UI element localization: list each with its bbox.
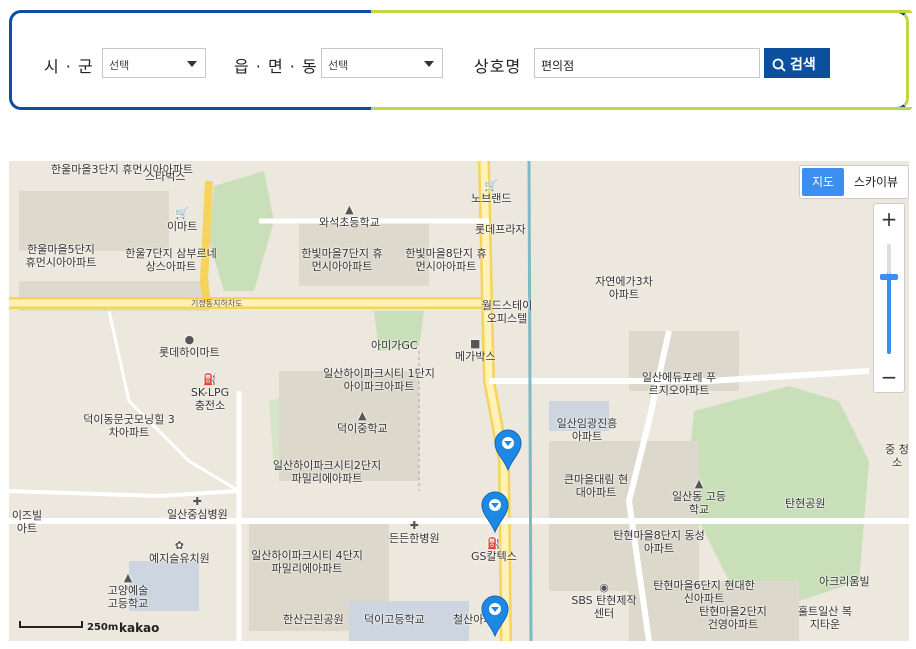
place-label: ✿ 예지슬유치원 [149, 539, 210, 565]
place-label: 이즈빌 아트 [11, 509, 43, 535]
city-select[interactable]: 선택 [102, 48, 206, 78]
place-label: 아미가GC [371, 339, 418, 352]
search-button[interactable]: 검색 [764, 48, 830, 78]
place-label: 자연에가3차 아파트 [595, 275, 653, 301]
convenience-store-marker-1[interactable] [494, 429, 522, 471]
place-label: 훌트일산 복지타운 [797, 605, 853, 631]
place-label: 아크리움빌 [819, 575, 870, 588]
place-label: ⛽ SK-LPG 충전소 [190, 373, 230, 412]
map-type-toggle: 지도 스카이뷰 [799, 165, 909, 199]
kindergarten-icon: ✿ [174, 539, 184, 552]
convenience-store-marker-3[interactable] [481, 595, 509, 637]
place-label: ▲ 고양예술 고등학교 [107, 571, 149, 610]
hospital-icon: ✚ [409, 519, 419, 532]
chevron-down-icon [424, 61, 434, 67]
place-label: 🛒 노브랜드 [471, 179, 512, 205]
town-select-value: 선택 [328, 59, 349, 72]
place-label: 한빛마을7단지 휴먼시아아파트 [301, 247, 383, 273]
place-label: 탄현마을2단지 건영아파트 [699, 605, 767, 631]
place-label: 일산에듀포레 푸르지오아파트 [641, 371, 717, 397]
store-name-label: 상호명 [474, 57, 522, 76]
provider-logo: kakao [119, 621, 160, 635]
place-label: 스타벅스 [145, 170, 186, 183]
place-label: 덕이동문굿모닝힐 3차아파트 [83, 413, 175, 439]
scale-label: 250m [87, 622, 119, 633]
place-label: ▲ 와석초등학교 [319, 203, 380, 229]
zoom-out-button[interactable]: − [874, 362, 904, 392]
place-label: ✚ 일산중심병원 [167, 495, 228, 521]
zoom-in-button[interactable]: + [874, 204, 904, 234]
place-label: 중 청소 [885, 443, 909, 469]
city-select-value: 선택 [109, 59, 130, 72]
zoom-slider-track-upper [887, 244, 891, 274]
place-label: 일산하이파크시티2단지 파밀리에아파트 [272, 459, 382, 485]
place-label: ● 롯데하이마트 [159, 333, 220, 359]
school-icon: ▲ [358, 409, 367, 422]
place-label: ▲ 일산동 고등학교 [671, 477, 727, 516]
place-label: 탄현마을8단지 동성아파트 [613, 529, 705, 555]
place-label: 일산하이파크시티 1단지아이파크아파트 [323, 367, 435, 393]
shopping-cart-icon: 🛒 [175, 207, 190, 220]
search-panel-accent-bottom [371, 107, 912, 110]
map-type-map-button[interactable]: 지도 [802, 168, 844, 196]
store-icon: ● [184, 333, 195, 346]
map-type-skyview-button[interactable]: 스카이뷰 [846, 168, 906, 196]
convenience-store-marker-2[interactable] [481, 491, 509, 533]
place-label: 일산임광진흥 아파트 [556, 417, 618, 443]
school-icon: ▲ [123, 571, 133, 584]
city-label: 시 · 군 [44, 57, 94, 76]
place-label: 탄현마을6단지 현대한신아파트 [653, 579, 755, 605]
zoom-control: + − [873, 203, 905, 393]
place-label: ⛽ GS칼텍스 [471, 537, 517, 563]
place-label: 한울마을5단지 휴먼시아아파트 [25, 243, 97, 269]
scale-bar [19, 621, 83, 628]
place-label: 한산근린공원 [283, 613, 344, 626]
place-label: 큰마을대림 현대아파트 [563, 473, 629, 499]
search-panel-accent-top [371, 10, 912, 13]
chevron-down-icon [187, 61, 197, 67]
store-name-input[interactable]: 편의점 [534, 48, 760, 78]
gas-station-icon: ⛽ [203, 373, 217, 386]
place-label: ◉ SBS 탄현제작센터 [571, 581, 637, 620]
map-scale: 250m [19, 621, 118, 633]
place-label: 월드스테이 오피스텔 [481, 299, 533, 325]
place-label: ▲ 덕이중학교 [337, 409, 388, 435]
road-label: 기정동지하차도 [191, 299, 243, 308]
hospital-icon: ✚ [192, 495, 202, 508]
map-view[interactable]: 한울마을3단지 휴먼시아아파트 스타벅스 🛒 이마트 ▲ 와석초등학교 🛒 노브랜드 … [9, 161, 909, 641]
cinema-icon: ■ [470, 337, 481, 350]
place-label: 탄현공원 [785, 497, 826, 510]
search-icon [772, 58, 786, 72]
place-label: ■ 메가박스 [455, 337, 496, 363]
town-select[interactable]: 선택 [321, 48, 443, 78]
place-label: 일산하이파크시티 4단지파밀리에아파트 [251, 549, 363, 575]
place-label: 🛒 이마트 [167, 207, 198, 233]
gas-station-icon: ⛽ [487, 537, 501, 550]
place-label: 덕이고등학교 [364, 613, 425, 626]
school-icon: ▲ [345, 203, 354, 216]
zoom-slider-handle[interactable] [880, 274, 898, 280]
place-label: 한울7단지 삼부르네상스아파트 [125, 247, 217, 273]
search-button-label: 검색 [790, 57, 816, 73]
place-label: ✚ 든든한병원 [389, 519, 440, 545]
town-label: 읍 · 면 · 동 [234, 57, 318, 76]
place-label: 롯데프라자 [475, 223, 526, 236]
map-base-layer [9, 161, 909, 641]
broadcast-icon: ◉ [599, 581, 609, 594]
shopping-cart-icon: 🛒 [484, 179, 499, 192]
search-panel: 시 · 군 선택 읍 · 면 · 동 선택 상호명 편의점 검색 [9, 10, 912, 110]
place-label: 한빛마을8단지 휴먼시아아파트 [405, 247, 487, 273]
school-icon: ▲ [694, 477, 704, 490]
